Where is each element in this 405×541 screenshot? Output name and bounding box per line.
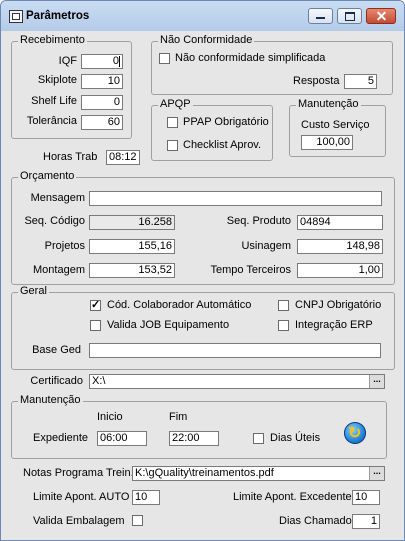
- integracao-erp-checkbox[interactable]: [278, 320, 289, 331]
- expediente-fim-field[interactable]: 22:00: [169, 431, 219, 446]
- valida-embalagem-checkbox[interactable]: [132, 515, 143, 526]
- inicio-label: Inicio: [97, 411, 123, 423]
- recebimento-legend: Recebimento: [18, 34, 87, 46]
- custo-servico-field[interactable]: 100,00: [301, 135, 353, 150]
- manutencao-group: Manutenção: [11, 394, 387, 459]
- valida-embalagem-label: Valida Embalagem: [33, 515, 125, 527]
- valida-job-equipamento-label: Valida JOB Equipamento: [107, 319, 230, 331]
- seq-produto-field[interactable]: 04894: [297, 215, 383, 230]
- resposta-label: Resposta: [293, 75, 340, 87]
- custo-servico-label: Custo Serviço: [301, 119, 370, 131]
- cod-colaborador-automatico-checkbox[interactable]: [90, 298, 101, 311]
- cnpj-obrigatorio-label: CNPJ Obrigatório: [295, 299, 382, 311]
- dias-chamado-label: Dias Chamado: [279, 515, 352, 527]
- maximize-button[interactable]: [337, 8, 362, 24]
- refresh-icon[interactable]: [344, 422, 366, 444]
- certificado-browse-button[interactable]: ...: [369, 375, 384, 388]
- tolerancia-field[interactable]: 60: [81, 115, 123, 130]
- close-button[interactable]: [366, 8, 396, 24]
- ppap-obrigatorio-label: PPAP Obrigatório: [183, 116, 269, 128]
- limite-apont-excedente-label: Limite Apont. Excedente: [233, 491, 352, 503]
- limite-apont-auto-label: Limite Apont. AUTO: [33, 491, 130, 503]
- dias-uteis-checkbox[interactable]: [253, 433, 264, 444]
- projetos-field[interactable]: 155,16: [89, 239, 175, 254]
- skiplote-field[interactable]: 10: [81, 74, 123, 89]
- iqf-label: IQF: [58, 55, 77, 67]
- montagem-field[interactable]: 153,52: [89, 263, 175, 278]
- limite-apont-excedente-field[interactable]: 10: [352, 490, 380, 505]
- apqp-legend: APQP: [158, 98, 193, 110]
- checklist-aprov-label: Checklist Aprov.: [183, 139, 262, 151]
- apqp-group: APQP: [151, 98, 273, 161]
- mensagem-label: Mensagem: [30, 192, 85, 204]
- certificado-label: Certificado: [30, 375, 83, 387]
- cod-colaborador-automatico-label: Cód. Colaborador Automático: [107, 299, 252, 311]
- seq-codigo-field: 16.258: [89, 215, 175, 230]
- skiplote-label: Skiplote: [37, 74, 77, 86]
- base-ged-field[interactable]: [89, 343, 381, 358]
- tempo-terceiros-field[interactable]: 1,00: [297, 263, 383, 278]
- certificado-field[interactable]: X:\ ...: [89, 374, 385, 389]
- parametros-window: Parâmetros Recebimento IQF 0 Skiplote 10…: [0, 0, 405, 541]
- certificado-value: X:\: [92, 375, 106, 387]
- notas-programa-label: Notas Programa Trein.: [23, 467, 134, 479]
- window-title: Parâmetros: [26, 10, 90, 22]
- minimize-button[interactable]: [308, 8, 333, 24]
- integracao-erp-label: Integração ERP: [295, 319, 373, 331]
- manutencao-custo-legend: Manutenção: [296, 98, 361, 110]
- base-ged-label: Base Ged: [32, 344, 81, 356]
- seq-codigo-label: Seq. Código: [24, 215, 85, 227]
- montagem-label: Montagem: [33, 264, 85, 276]
- expediente-inicio-field[interactable]: 06:00: [97, 431, 147, 446]
- fim-label: Fim: [169, 411, 188, 423]
- usinagem-field[interactable]: 148,98: [297, 239, 383, 254]
- iqf-field[interactable]: 0: [81, 54, 123, 69]
- dias-chamado-field[interactable]: 1: [352, 514, 380, 529]
- tempo-terceiros-label: Tempo Terceiros: [210, 264, 292, 276]
- notas-programa-field[interactable]: K:\gQuality\treinamentos.pdf ...: [132, 466, 385, 481]
- expediente-label: Expediente: [33, 432, 89, 444]
- manutencao-legend: Manutenção: [18, 394, 83, 406]
- shelf-life-field[interactable]: 0: [81, 95, 123, 110]
- horas-trab-label: Horas Trab: [43, 151, 98, 163]
- geral-legend: Geral: [18, 285, 49, 297]
- horas-trab-field[interactable]: 08:12: [106, 150, 140, 165]
- nao-conformidade-legend: Não Conformidade: [158, 34, 255, 46]
- title-bar: Parâmetros: [1, 1, 404, 31]
- cnpj-obrigatorio-checkbox[interactable]: [278, 300, 289, 311]
- window-icon: [9, 10, 23, 23]
- orcamento-legend: Orçamento: [18, 170, 77, 182]
- tolerancia-label: Tolerância: [26, 115, 77, 127]
- ppap-obrigatorio-checkbox[interactable]: [167, 117, 178, 128]
- nao-conformidade-simplificada-checkbox[interactable]: [159, 53, 170, 64]
- dias-uteis-label: Dias Úteis: [270, 432, 321, 444]
- notas-browse-button[interactable]: ...: [369, 467, 384, 480]
- projetos-label: Projetos: [44, 240, 85, 252]
- valida-job-equipamento-checkbox[interactable]: [90, 320, 101, 331]
- resposta-field[interactable]: 5: [344, 74, 377, 89]
- seq-produto-label: Seq. Produto: [226, 215, 291, 227]
- nao-conformidade-simplificada-label: Não conformidade simplificada: [175, 52, 326, 64]
- mensagem-field[interactable]: [89, 191, 382, 206]
- limite-apont-auto-field[interactable]: 10: [132, 490, 160, 505]
- checklist-aprov-checkbox[interactable]: [167, 140, 178, 151]
- usinagem-label: Usinagem: [241, 240, 291, 252]
- shelf-life-label: Shelf Life: [31, 95, 77, 107]
- notas-programa-value: K:\gQuality\treinamentos.pdf: [135, 467, 274, 479]
